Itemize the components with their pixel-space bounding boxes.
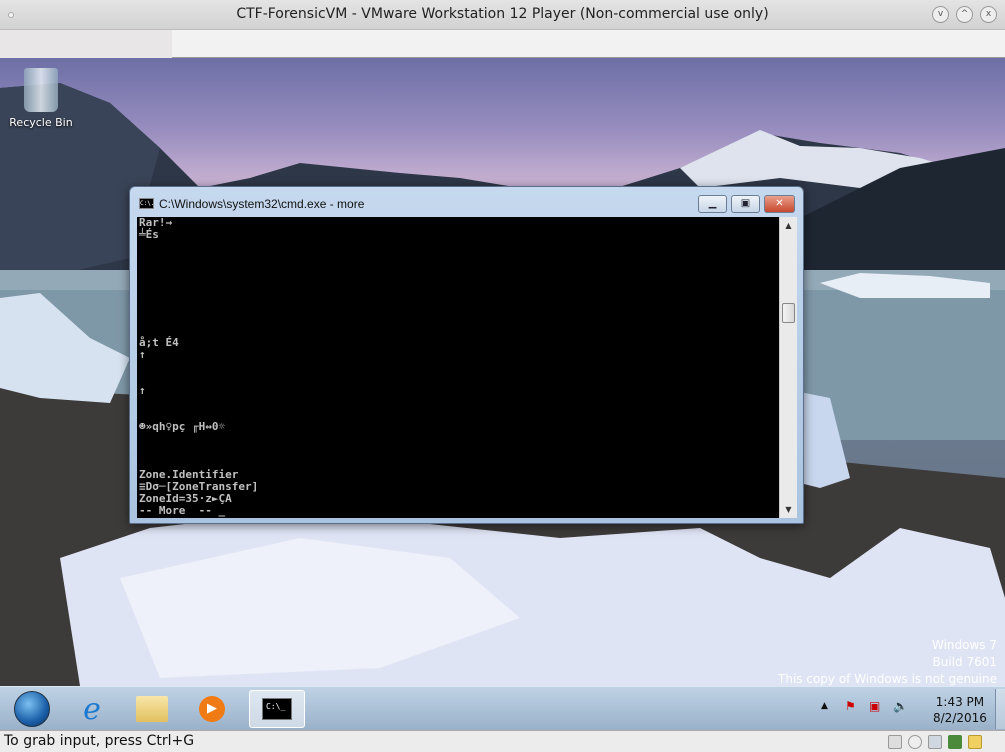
console-line: ╧És xyxy=(139,228,159,241)
console-line: å;t É4 xyxy=(139,336,179,349)
minimize-button[interactable]: v xyxy=(932,6,949,23)
windows-logo-icon xyxy=(14,691,50,727)
clock[interactable]: 1:43 PM 8/2/2016 xyxy=(933,694,987,726)
folder-icon xyxy=(136,696,168,722)
scroll-down-arrow-icon[interactable]: ▼ xyxy=(780,501,797,518)
taskbar-internet-explorer[interactable]: e xyxy=(64,690,120,728)
desktop-icon-recycle-bin[interactable]: Recycle Bin xyxy=(8,68,74,129)
vmware-titlebar: CTF-ForensicVM - VMware Workstation 12 P… xyxy=(0,0,1005,30)
watermark-line: Build 7601 xyxy=(932,655,997,669)
system-tray: ▲ ⚑ ▣ 🔈 1:43 PM 8/2/2016 xyxy=(815,687,1005,731)
console-line: ↑ xyxy=(139,384,146,397)
scroll-thumb[interactable] xyxy=(782,303,795,323)
windows-watermark: Windows 7 Build 7601 This copy of Window… xyxy=(778,637,997,686)
cmd-maximize-button[interactable]: ▣ xyxy=(731,195,760,213)
cmd-window[interactable]: C:\. C:\Windows\system32\cmd.exe - more … xyxy=(129,186,804,524)
cd-drive-icon[interactable] xyxy=(908,735,922,749)
console-line: -- More -- _ xyxy=(139,504,226,517)
show-desktop-button[interactable] xyxy=(995,689,1005,729)
network-adapter-icon[interactable] xyxy=(928,735,942,749)
taskbar-cmd[interactable]: C:\_ xyxy=(249,690,305,728)
windows-taskbar: e ▶ C:\_ ▲ ⚑ ▣ 🔈 1:43 PM 8/2/2016 xyxy=(0,686,1005,730)
console-line: ≡Dσ─[ZoneTransfer] xyxy=(139,480,259,493)
internet-explorer-icon: e xyxy=(83,691,101,727)
watermark-line: This copy of Windows is not genuine xyxy=(778,672,997,686)
hard-disk-icon[interactable] xyxy=(888,735,902,749)
console-line: ↑ xyxy=(139,348,146,361)
action-center-flag-icon[interactable]: ⚑ xyxy=(845,699,856,713)
cmd-close-button[interactable]: ✕ xyxy=(764,195,795,213)
message-log-icon[interactable] xyxy=(968,735,982,749)
vmware-toolbar xyxy=(0,30,1005,58)
taskbar-media-player[interactable]: ▶ xyxy=(184,690,240,728)
cmd-minimize-button[interactable]: ▁ xyxy=(698,195,727,213)
media-player-icon: ▶ xyxy=(199,696,225,722)
maximize-button[interactable]: ^ xyxy=(956,6,973,23)
console-scrollbar[interactable]: ▲ ▼ xyxy=(779,217,797,518)
console-line: ☻»qh♀pç ╓H↔0☼ xyxy=(139,420,226,433)
clock-date: 8/2/2016 xyxy=(933,711,987,725)
network-error-icon[interactable]: ▣ xyxy=(869,699,880,713)
desktop-icon-label: Recycle Bin xyxy=(9,116,73,129)
vmware-statusbar: To grab input, press Ctrl+G xyxy=(0,730,1005,752)
cmd-title: C:\Windows\system32\cmd.exe - more xyxy=(159,197,365,211)
clock-time: 1:43 PM xyxy=(935,695,985,709)
status-text: To grab input, press Ctrl+G xyxy=(4,733,195,749)
recycle-bin-icon xyxy=(24,68,58,112)
scroll-up-arrow-icon[interactable]: ▲ xyxy=(780,217,797,234)
taskbar-windows-explorer[interactable] xyxy=(124,690,180,728)
volume-icon[interactable]: 🔈 xyxy=(893,699,908,713)
cmd-icon: C:\. xyxy=(139,198,155,209)
watermark-line: Windows 7 xyxy=(931,638,997,652)
sound-card-icon[interactable] xyxy=(948,735,962,749)
console-output[interactable]: Rar!→ ╧És å;t É4 ↑ ↑ ☻»qh♀pç ╓H↔0☼ Zone.Identi… xyxy=(137,217,779,518)
window-menu-dot[interactable] xyxy=(8,12,14,18)
cmd-icon: C:\_ xyxy=(262,698,292,720)
window-title: CTF-ForensicVM - VMware Workstation 12 P… xyxy=(236,6,769,22)
console-line: ZoneId=35·z►ÇA xyxy=(139,492,232,505)
show-hidden-icons-icon[interactable]: ▲ xyxy=(821,701,828,711)
start-button[interactable] xyxy=(4,690,60,728)
console-line: Rar!→ xyxy=(139,217,173,229)
toolbar-menu-area[interactable] xyxy=(0,30,172,58)
close-button[interactable]: x xyxy=(980,6,997,23)
